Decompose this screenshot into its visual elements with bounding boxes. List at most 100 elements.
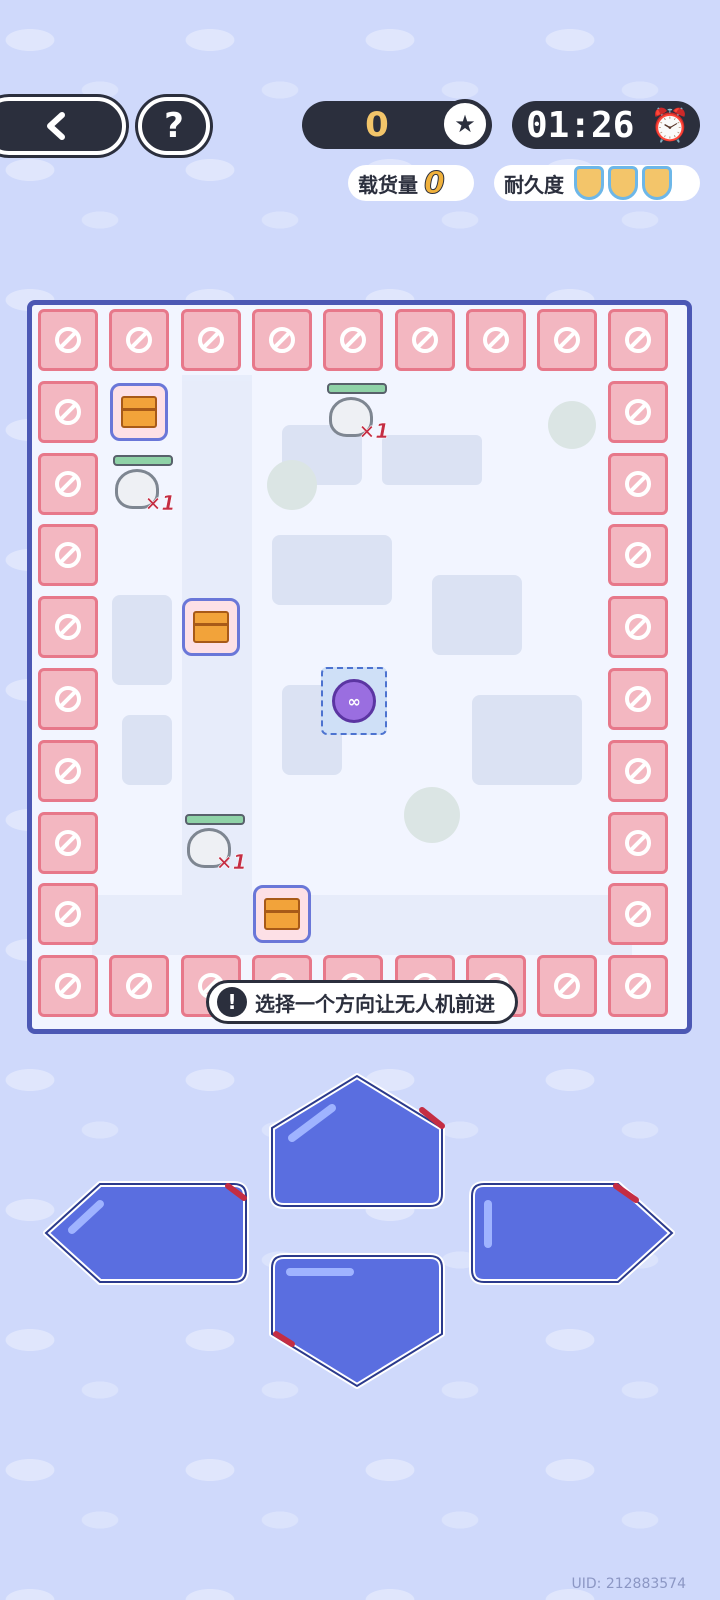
blocked-tile xyxy=(109,955,170,1018)
user-id: UID: 212883574 xyxy=(571,1576,687,1592)
package-item xyxy=(252,885,311,944)
drone-player: ∞ xyxy=(321,667,388,735)
score-display: 0 ★ xyxy=(302,99,492,149)
no-entry-icon xyxy=(625,398,652,425)
package-icon xyxy=(263,898,300,931)
blocked-tile xyxy=(608,309,669,371)
package-item xyxy=(110,382,169,441)
medal-icon: ★ xyxy=(440,99,490,149)
package-icon xyxy=(192,611,229,644)
blocked-tile xyxy=(38,596,98,659)
move-right-button[interactable] xyxy=(466,1178,678,1288)
no-entry-icon xyxy=(625,327,652,353)
shield-icon xyxy=(574,166,604,200)
no-entry-icon xyxy=(554,327,581,353)
back-button[interactable] xyxy=(0,97,126,155)
blocked-tile xyxy=(608,380,669,443)
cargo-stat: 载货量 0 xyxy=(348,165,474,201)
move-up-button[interactable] xyxy=(262,1068,452,1214)
order-multiplier: ×1 xyxy=(358,418,390,444)
blocked-tile xyxy=(608,811,669,874)
exclamation-icon: ! xyxy=(217,987,247,1017)
no-entry-icon xyxy=(625,542,652,569)
no-entry-icon xyxy=(625,901,652,928)
no-entry-icon xyxy=(55,398,81,425)
timer-display: 01:26 ⏰ xyxy=(512,101,700,149)
blocked-tile xyxy=(38,452,98,515)
no-entry-icon xyxy=(625,614,652,641)
order-multiplier: ×1 xyxy=(144,490,176,515)
blocked-tile xyxy=(608,596,669,659)
blocked-tile xyxy=(608,668,669,730)
shield-icon xyxy=(608,166,638,200)
blocked-tile xyxy=(180,309,241,371)
blocked-tile xyxy=(38,309,98,371)
hint-text: 选择一个方向让无人机前进 xyxy=(255,991,495,1016)
no-entry-icon xyxy=(55,901,81,928)
no-entry-icon xyxy=(55,470,81,497)
no-entry-icon xyxy=(55,973,81,1000)
no-entry-icon xyxy=(268,327,295,353)
cargo-value: 0 xyxy=(424,165,446,201)
chevron-left-icon xyxy=(47,112,65,140)
no-entry-icon xyxy=(55,829,81,856)
durability-label: 耐久度 xyxy=(504,172,564,197)
order-receipt-item: ×1 xyxy=(109,454,176,519)
no-entry-icon xyxy=(55,614,81,641)
package-item xyxy=(181,598,240,657)
game-board[interactable]: ×1 ×1 ×1 ∞ xyxy=(27,300,692,1034)
no-entry-icon xyxy=(625,757,652,784)
blocked-tile xyxy=(608,883,669,946)
blocked-tile xyxy=(38,955,98,1018)
no-entry-icon xyxy=(625,470,652,497)
no-entry-icon xyxy=(411,327,438,353)
no-entry-icon xyxy=(55,542,81,569)
blocked-tile xyxy=(251,309,312,371)
instruction-hint: ! 选择一个方向让无人机前进 xyxy=(206,980,518,1024)
blocked-tile xyxy=(323,309,384,371)
blocked-tile xyxy=(38,739,98,802)
blocked-tile xyxy=(38,811,98,874)
blocked-tile xyxy=(38,524,98,587)
no-entry-icon xyxy=(55,327,81,353)
no-entry-icon xyxy=(197,327,224,353)
blocked-tile xyxy=(109,309,170,371)
blocked-tile xyxy=(38,883,98,946)
blocked-tile xyxy=(608,955,669,1018)
durability-stat: 耐久度 xyxy=(494,165,700,201)
move-down-button[interactable] xyxy=(262,1248,452,1394)
no-entry-icon xyxy=(126,327,153,353)
move-left-button[interactable] xyxy=(40,1178,252,1288)
blocked-tile xyxy=(608,452,669,515)
no-entry-icon xyxy=(55,757,81,784)
arrow-left-icon xyxy=(43,1181,249,1285)
order-multiplier: ×1 xyxy=(215,849,247,874)
no-entry-icon xyxy=(625,829,652,856)
order-timer-bar xyxy=(327,382,388,394)
no-entry-icon xyxy=(482,327,509,353)
no-entry-icon xyxy=(625,686,652,712)
help-button[interactable]: ? xyxy=(138,97,210,155)
order-receipt-item: ×1 xyxy=(323,382,390,447)
blocked-tile xyxy=(537,309,598,371)
arrow-right-icon xyxy=(469,1181,675,1285)
blocked-tile xyxy=(394,309,455,371)
blocked-tile xyxy=(465,309,526,371)
score-value: 0 xyxy=(365,105,389,145)
drone-icon: ∞ xyxy=(332,679,377,723)
no-entry-icon xyxy=(340,327,367,353)
no-entry-icon xyxy=(625,973,652,1000)
arrow-down-icon xyxy=(269,1253,445,1389)
blocked-tile xyxy=(537,955,598,1018)
blocked-tile xyxy=(608,739,669,802)
cargo-label: 载货量 xyxy=(358,172,418,197)
arrow-up-icon xyxy=(269,1073,445,1209)
drone-label: ∞ xyxy=(347,691,361,711)
alarm-clock-icon: ⏰ xyxy=(650,106,690,144)
durability-shields xyxy=(570,166,672,200)
no-entry-icon xyxy=(554,973,581,1000)
no-entry-icon xyxy=(55,686,81,712)
order-timer-bar xyxy=(113,454,174,466)
blocked-tile xyxy=(608,524,669,587)
order-timer-bar xyxy=(184,813,245,825)
